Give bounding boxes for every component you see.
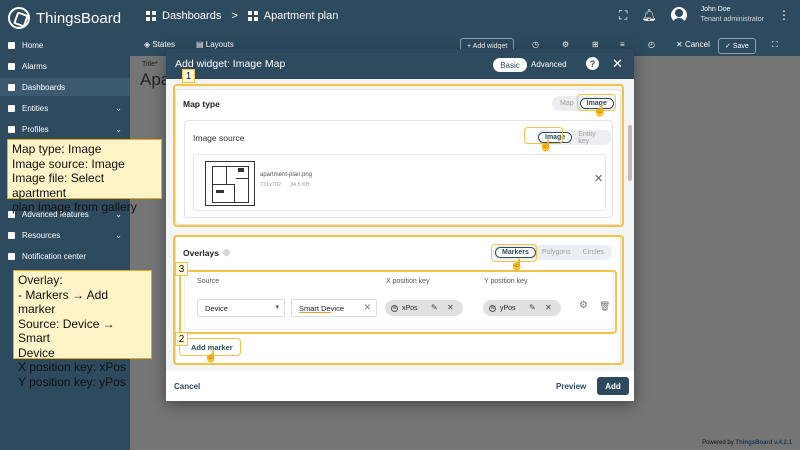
- notifications-bell-icon[interactable]: 🔔︎: [641, 8, 656, 22]
- app-logo[interactable]: ThingsBoard: [8, 7, 121, 29]
- sidebar-item-alarms[interactable]: Alarms: [0, 57, 130, 75]
- chevron-down-icon: ⌄: [115, 230, 122, 240]
- sidebar-item-resources[interactable]: Resources ⌄: [0, 226, 130, 244]
- sidebar-item-label: Resources: [22, 230, 61, 240]
- callout-line: Image source: Image: [12, 156, 125, 171]
- pointer-hand-icon: ☝: [593, 105, 607, 117]
- states-label: States: [152, 40, 176, 49]
- alarm-icon: [8, 62, 15, 70]
- title-field-label: Title*: [142, 61, 158, 68]
- highlight-map-type-section: [173, 84, 624, 227]
- app-name: ThingsBoard: [36, 9, 122, 27]
- dialog-footer: Cancel Preview Add: [166, 371, 634, 401]
- add-button[interactable]: Add: [597, 377, 629, 395]
- resources-icon: [8, 231, 15, 239]
- callout-line: Image file: Select apartment: [12, 171, 105, 200]
- breadcrumb-apartment-plan: Apartment plan: [263, 10, 339, 22]
- check-icon: ✓: [725, 43, 733, 50]
- notification-center-icon: [8, 252, 15, 260]
- more-vert-icon[interactable]: ⋮: [778, 8, 790, 22]
- top-bar: ThingsBoard Dashboards > Apartment plan …: [0, 0, 800, 36]
- sidebar-item-label: Entities: [22, 103, 49, 113]
- cancel-edit-button[interactable]: ✕ Cancel: [676, 40, 710, 49]
- avatar[interactable]: [670, 7, 687, 23]
- callout-line: Overlay:: [18, 273, 63, 287]
- fullscreen-toggle-icon[interactable]: ⛶: [772, 40, 778, 50]
- layouts-icon: ▤: [196, 40, 206, 49]
- callout-line: Source: Device → Smart: [18, 316, 115, 346]
- thingsboard-logo-icon: [8, 7, 30, 29]
- breadcrumb: Dashboards > Apartment plan: [146, 10, 338, 22]
- save-label: Save: [732, 42, 749, 50]
- close-icon[interactable]: ✕: [612, 56, 623, 72]
- home-icon: [8, 41, 15, 49]
- cancel-label: Cancel: [684, 40, 710, 49]
- profiles-icon: [8, 125, 15, 133]
- step-badge-3: 3: [175, 262, 188, 276]
- powered-prefix: Powered by: [702, 440, 736, 446]
- callout-line: Y position key: yPos: [18, 374, 126, 389]
- callout-line: Map type: Image: [12, 142, 102, 156]
- powered-by: Powered by ThingsBoard v.4.2.1: [702, 440, 792, 446]
- layouts-label: Layouts: [205, 40, 234, 49]
- callout-line: X position key: xPos: [18, 360, 127, 374]
- sidebar-item-label: Notification center: [22, 251, 87, 261]
- sidebar-item-label: Profiles: [22, 124, 49, 134]
- sidebar-item-entities[interactable]: Entities ⌄: [0, 99, 130, 117]
- highlight-marker-row: [179, 270, 617, 334]
- dashboards-icon: [8, 83, 15, 91]
- callout-overlay: Overlay: - Markers → Add marker Source: …: [13, 270, 152, 389]
- filter-icon[interactable]: ≡: [620, 40, 625, 49]
- step-badge-2: 2: [175, 332, 188, 346]
- sidebar-item-label: Alarms: [22, 61, 47, 71]
- sidebar-item-dashboards[interactable]: Dashboards: [0, 78, 130, 96]
- entities-icon: [8, 104, 15, 112]
- user-role: Tenant administrator: [700, 16, 764, 23]
- callout-line: plan image from gallery: [12, 200, 137, 214]
- dialog-header: Add widget: Image Map Basic Advanced ? ✕: [166, 49, 634, 79]
- dialog-scrollbar[interactable]: [628, 125, 632, 181]
- pointer-hand-icon: ☝: [204, 351, 218, 363]
- sidebar-item-home[interactable]: Home: [0, 36, 130, 54]
- callout-image-source: Map type: Image Image source: Image Imag…: [7, 139, 162, 214]
- chevron-down-icon: ⌄: [115, 124, 122, 134]
- sidebar-item-profiles[interactable]: Profiles ⌄: [0, 120, 130, 138]
- fullscreen-icon[interactable]: ⛶: [619, 8, 627, 23]
- chevron-down-icon: ⌄: [115, 103, 122, 113]
- save-dashboard-button[interactable]: ✓ Save: [718, 38, 756, 54]
- close-icon: ✕: [676, 40, 685, 49]
- step-badge-1: 1: [182, 69, 195, 83]
- preview-button[interactable]: Preview: [556, 382, 586, 391]
- pointer-hand-icon: ☝: [510, 259, 524, 271]
- mode-basic-toggle[interactable]: Basic: [493, 58, 527, 72]
- settings-gear-icon[interactable]: ⚙: [562, 40, 569, 49]
- callout-line: Device: [18, 345, 55, 360]
- powered-brand[interactable]: ThingsBoard v.4.2.1: [735, 440, 792, 446]
- cancel-button[interactable]: Cancel: [174, 382, 200, 391]
- history-clock-icon[interactable]: ◴: [648, 40, 655, 49]
- sidebar-item-notification-center[interactable]: Notification center: [0, 247, 130, 265]
- layouts-button[interactable]: ▤ Layouts: [196, 40, 234, 49]
- user-info[interactable]: John Doe Tenant administrator: [701, 5, 764, 25]
- mode-advanced-toggle[interactable]: Advanced: [531, 60, 567, 69]
- callout-line: - Markers → Add marker: [18, 287, 109, 317]
- pointer-hand-icon: ☝: [539, 140, 553, 152]
- breadcrumb-dashboards[interactable]: Dashboards: [162, 10, 221, 22]
- user-name: John Doe: [700, 6, 731, 13]
- layout-settings-icon[interactable]: ⊞: [592, 40, 599, 49]
- history-icon[interactable]: ◷: [532, 40, 539, 49]
- top-right-controls: ⛶ 🔔︎ John Doe Tenant administrator ⋮: [619, 5, 790, 25]
- states-button[interactable]: ◈ States: [144, 40, 175, 49]
- dashboard-grid-icon: [247, 11, 258, 21]
- help-icon[interactable]: ?: [586, 57, 599, 70]
- sidebar-item-label: Dashboards: [22, 82, 66, 92]
- breadcrumb-separator: >: [231, 10, 238, 22]
- sidebar-item-label: Home: [22, 40, 44, 50]
- dashboards-grid-icon: [146, 11, 156, 21]
